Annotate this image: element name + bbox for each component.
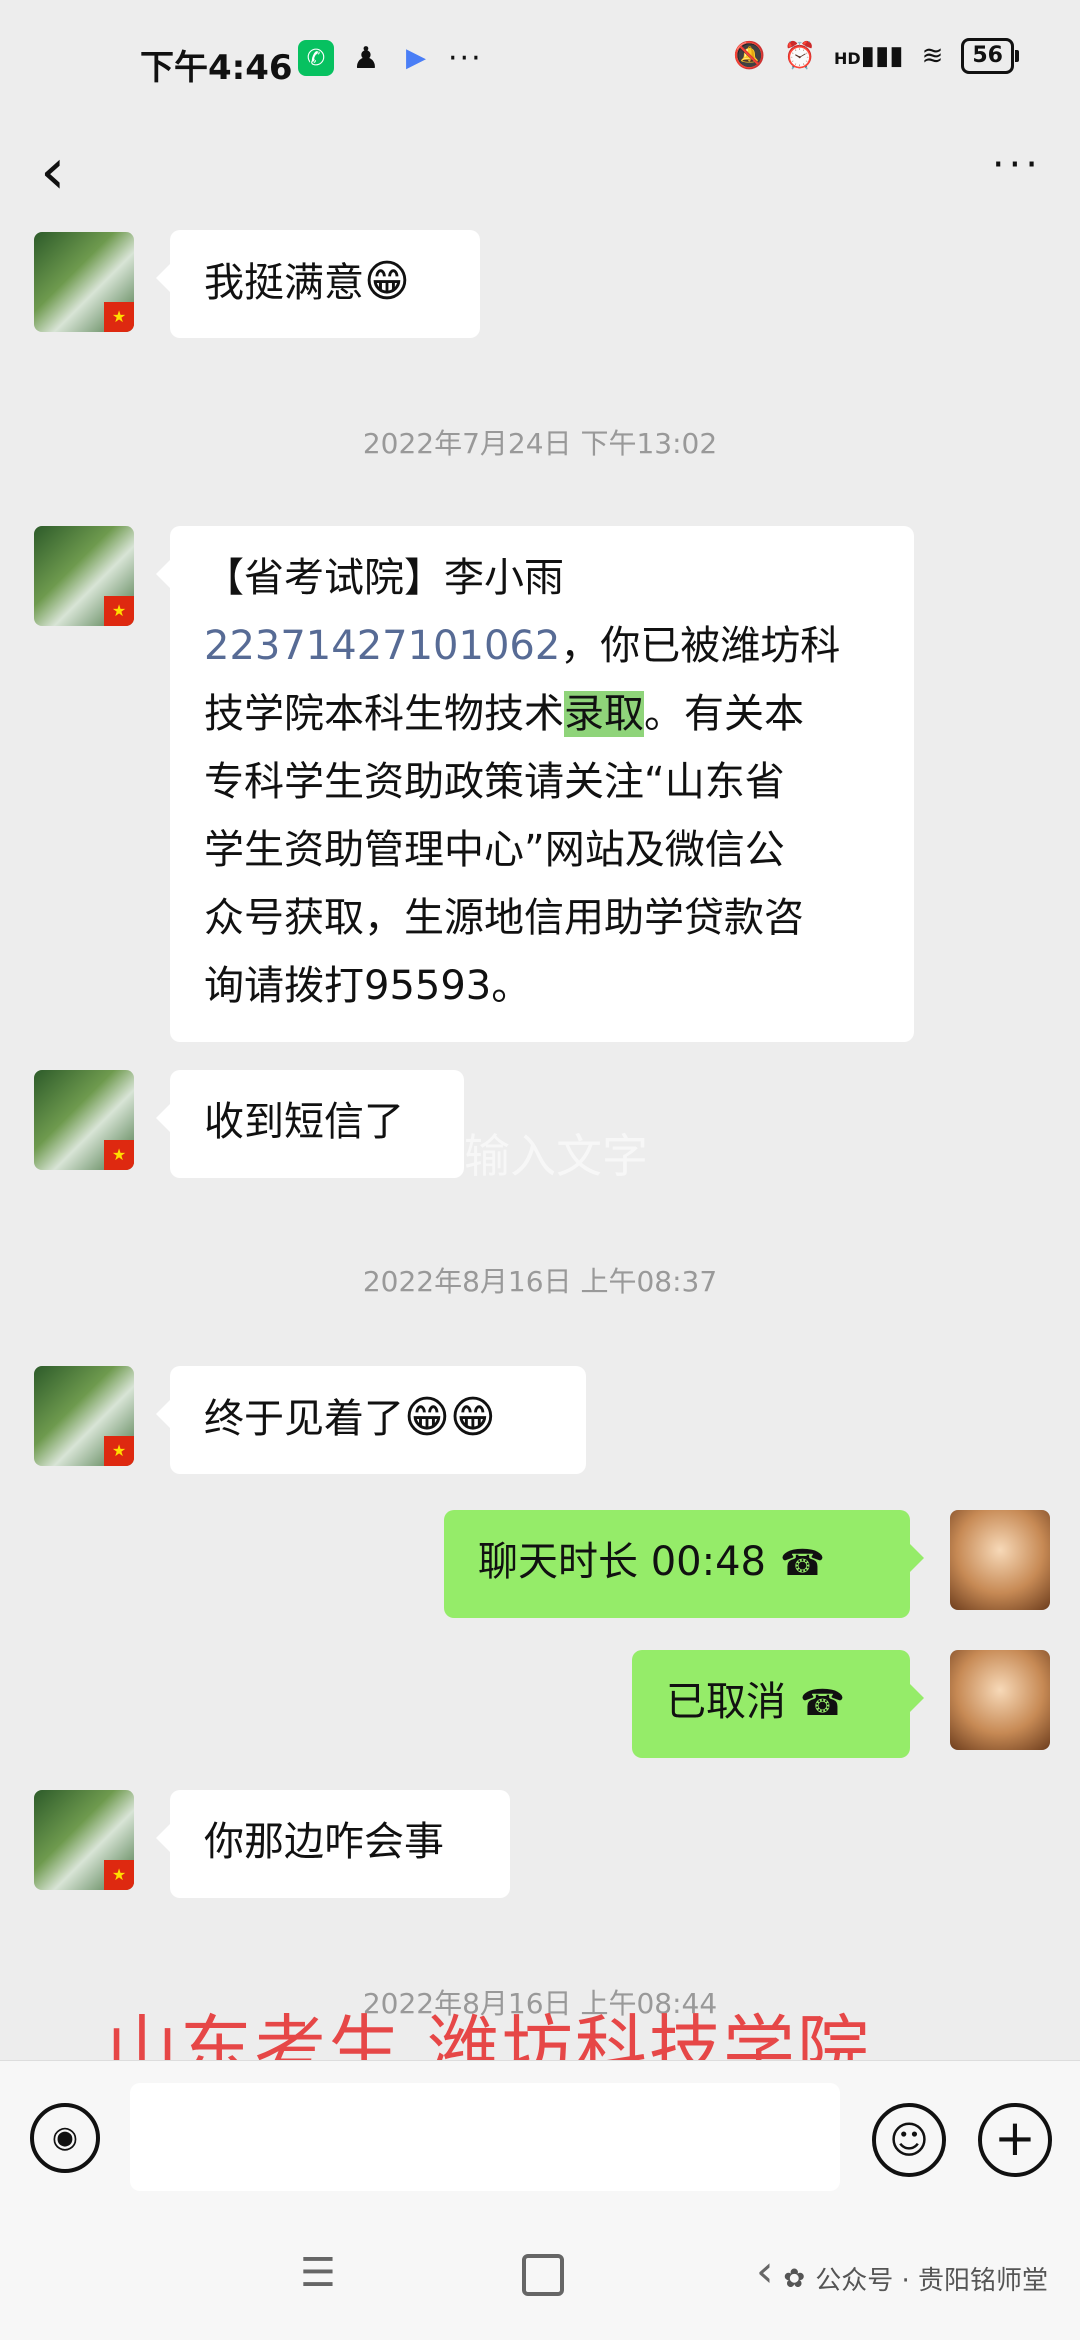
- highlighted-keyword: 录取: [564, 691, 644, 737]
- wifi-icon: ≋: [921, 41, 944, 71]
- contact-avatar[interactable]: ★: [34, 526, 134, 626]
- contact-avatar[interactable]: ★: [34, 1366, 134, 1466]
- system-icons: 🔕 ⏰ HD▮▮▮ ≋ 56: [733, 38, 1019, 74]
- voice-icon[interactable]: ◉: [30, 2103, 100, 2173]
- back-button[interactable]: ‹: [40, 140, 66, 204]
- video-app-icon: ▶: [398, 40, 434, 76]
- flag-icon: ★: [104, 1140, 134, 1170]
- system-nav-bar: ☰ ‹ ✿ 公众号 · 贵阳铭师堂: [0, 2220, 1080, 2340]
- status-time: 下午4:46: [140, 48, 293, 88]
- contact-avatar[interactable]: ★: [34, 1070, 134, 1170]
- menu-icon[interactable]: ☰: [300, 2250, 336, 2296]
- mute-icon: 🔕: [733, 41, 766, 71]
- my-avatar[interactable]: [950, 1510, 1050, 1610]
- chat-header: ‹ ···: [0, 120, 1080, 230]
- signal-icon: HD▮▮▮: [833, 41, 904, 71]
- more-notifications-icon: ···: [448, 40, 483, 76]
- wechat-icon: ✆: [298, 40, 334, 76]
- message-bubble[interactable]: 终于见着了😁😁: [156, 1366, 586, 1474]
- flag-icon: ★: [104, 1860, 134, 1890]
- input-bar: ◉ ☺ +: [0, 2060, 1080, 2221]
- home-icon[interactable]: [522, 2254, 564, 2296]
- phone-hangup-icon: ☎: [800, 1683, 845, 1724]
- back-nav-icon[interactable]: ‹: [756, 2246, 774, 2297]
- contact-avatar[interactable]: ★: [34, 232, 134, 332]
- account-watermark: ✿ 公众号 · 贵阳铭师堂: [783, 2263, 1048, 2297]
- flag-icon: ★: [104, 596, 134, 626]
- emoji-icon[interactable]: ☺: [872, 2103, 946, 2177]
- timestamp: 2022年7月24日 下午13:02: [362, 427, 718, 460]
- call-record-bubble[interactable]: 已取消 ☎: [632, 1650, 924, 1758]
- more-options-button[interactable]: ···: [992, 142, 1042, 188]
- flag-icon: ★: [104, 1436, 134, 1466]
- call-record-bubble[interactable]: 聊天时长 00:48 ☎: [444, 1510, 924, 1618]
- input-hint-watermark: 点击输入文字: [372, 1129, 648, 1183]
- grin-emoji-icon: 😁: [364, 256, 410, 307]
- phone-number-link[interactable]: 22371427101062: [204, 623, 560, 669]
- wechat-official-icon: ✿: [783, 2263, 806, 2294]
- message-bubble[interactable]: 我挺满意😁: [156, 230, 480, 338]
- plus-icon[interactable]: +: [978, 2103, 1052, 2177]
- status-bar: 下午4:46 ✆ ♟ ▶ ··· 🔕 ⏰ HD▮▮▮ ≋ 56: [0, 0, 1080, 120]
- grin-emoji-icon: 😁😁: [404, 1392, 496, 1443]
- notification-icons: ✆ ♟ ▶ ···: [298, 40, 483, 76]
- message-bubble[interactable]: 【省考试院】李小雨 22371427101062，你已被潍坊科 技学院本科生物技…: [156, 526, 914, 1042]
- message-input[interactable]: [130, 2083, 840, 2191]
- timestamp: 2022年8月16日 上午08:37: [362, 1265, 718, 1298]
- qq-icon: ♟: [348, 40, 384, 76]
- battery-icon: 56: [961, 38, 1019, 74]
- phone-hangup-icon: ☎: [780, 1543, 825, 1584]
- alarm-icon: ⏰: [783, 41, 816, 71]
- flag-icon: ★: [104, 302, 134, 332]
- contact-avatar[interactable]: ★: [34, 1790, 134, 1890]
- my-avatar[interactable]: [950, 1650, 1050, 1750]
- message-bubble[interactable]: 你那边咋会事: [156, 1790, 510, 1898]
